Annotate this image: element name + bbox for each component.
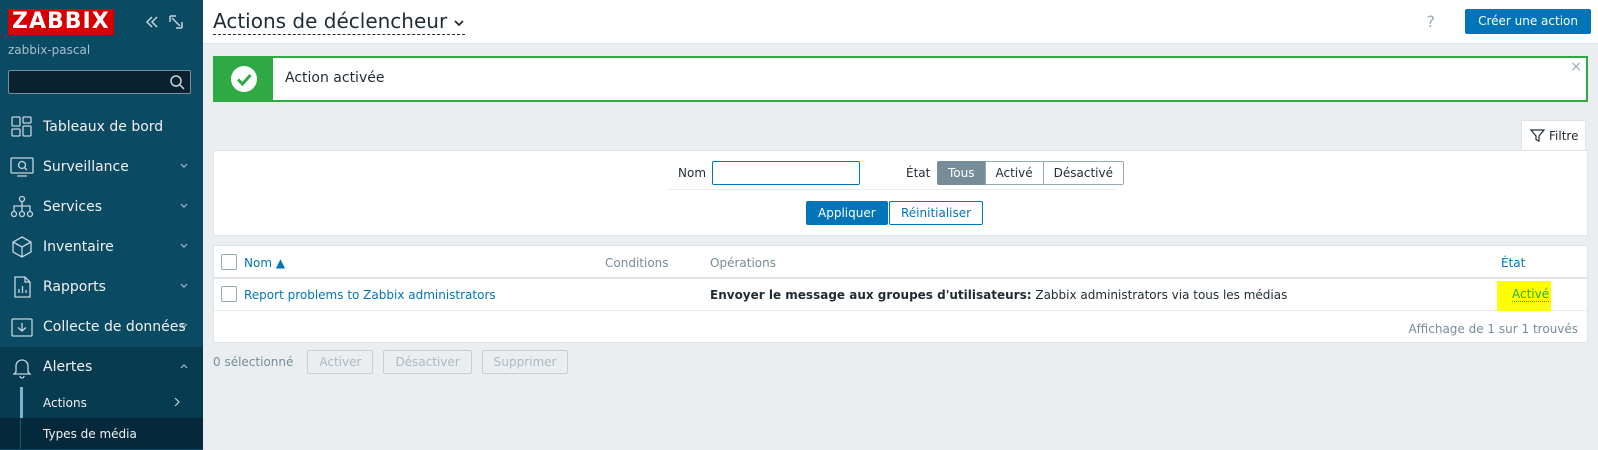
menu-item-inventory[interactable]: Inventaire — [0, 227, 203, 267]
page-title-dropdown[interactable]: Actions de déclencheur — [213, 9, 466, 35]
search-icon[interactable] — [169, 74, 185, 90]
alerts-submenu: Actions Types de média — [0, 387, 203, 449]
actions-table: Nom ▲ Conditions Opérations État Report … — [213, 245, 1588, 343]
menu-label: Collecte de données — [43, 319, 186, 335]
chevron-down-icon — [180, 203, 188, 208]
reset-button[interactable]: Réinitialiser — [889, 201, 984, 225]
state-option-disabled[interactable]: Désactivé — [1042, 161, 1124, 185]
action-operations: Envoyer le message aux groupes d'utilisa… — [710, 288, 1287, 302]
check-circle-icon — [231, 66, 257, 92]
close-icon[interactable]: × — [1570, 59, 1582, 75]
operation-detail: Zabbix administrators via tous les média… — [1031, 288, 1288, 302]
sub-item-actions[interactable]: Actions — [0, 387, 203, 418]
sub-item-label: Types de média — [43, 426, 137, 441]
sidebar: ZABBIX zabbix-pascal Tableaux de bord Su… — [0, 0, 203, 450]
page-title: Actions de déclencheur — [213, 9, 448, 33]
selected-count: 0 sélectionné — [213, 355, 294, 369]
main-content: Actions de déclencheur ? Créer une actio… — [203, 0, 1598, 450]
menu-label: Alertes — [43, 359, 93, 375]
state-segmented-control: Tous Activé Désactivé — [937, 161, 1124, 185]
row-checkbox[interactable] — [221, 286, 237, 302]
column-name[interactable]: Nom ▲ — [244, 256, 285, 270]
success-message: Action activée × — [213, 56, 1588, 102]
chevron-down-icon — [180, 163, 188, 168]
chevron-up-icon — [180, 364, 188, 369]
create-action-button[interactable]: Créer une action — [1465, 9, 1591, 34]
dashboard-icon — [11, 116, 32, 137]
column-conditions: Conditions — [605, 256, 669, 270]
menu-label: Rapports — [43, 279, 106, 295]
filter-tab-label: Filtre — [1549, 129, 1579, 143]
collapse-sidebar-icon[interactable] — [143, 13, 161, 31]
data-collection-icon — [11, 318, 33, 337]
disable-button[interactable]: Désactiver — [383, 350, 472, 374]
kiosk-mode-icon[interactable] — [167, 13, 185, 31]
enable-button[interactable]: Activer — [307, 350, 374, 374]
menu-label: Surveillance — [43, 159, 129, 175]
select-all-checkbox[interactable] — [221, 254, 237, 270]
chevron-down-icon — [454, 20, 464, 27]
page-header: Actions de déclencheur ? Créer une actio… — [203, 0, 1598, 44]
filter-icon — [1530, 129, 1545, 142]
menu-label: Services — [43, 199, 103, 215]
menu-item-data-collection[interactable]: Collecte de données — [0, 307, 203, 347]
message-text: Action activée — [285, 70, 385, 86]
table-row: Report problems to Zabbix administrators… — [214, 279, 1587, 311]
menu-label: Tableaux de bord — [43, 119, 164, 135]
state-option-enabled[interactable]: Activé — [984, 161, 1044, 185]
submenu-line — [20, 418, 21, 449]
chevron-down-icon — [180, 243, 188, 248]
message-icon-box — [215, 58, 273, 100]
reports-icon — [14, 276, 31, 298]
status-toggle-link[interactable]: Activé — [1512, 288, 1550, 302]
menu-item-alerts[interactable]: Alertes — [0, 347, 203, 387]
sidebar-search — [8, 70, 191, 94]
column-state[interactable]: État — [1501, 256, 1525, 270]
filter-tab[interactable]: Filtre — [1521, 120, 1586, 151]
apply-button[interactable]: Appliquer — [806, 201, 888, 225]
menu-item-monitoring[interactable]: Surveillance — [0, 147, 203, 187]
column-operations: Opérations — [710, 256, 776, 270]
help-icon[interactable]: ? — [1427, 12, 1436, 31]
monitoring-icon — [10, 157, 34, 177]
delete-button[interactable]: Supprimer — [481, 350, 569, 374]
chevron-down-icon — [180, 323, 188, 328]
inventory-icon — [12, 236, 32, 258]
name-filter-input[interactable] — [712, 161, 860, 185]
sub-item-label: Actions — [43, 395, 87, 410]
action-name-link[interactable]: Report problems to Zabbix administrators — [244, 288, 496, 302]
sub-item-media-types[interactable]: Types de média — [0, 418, 203, 449]
server-name: zabbix-pascal — [8, 43, 91, 57]
state-option-all[interactable]: Tous — [937, 161, 986, 185]
state-filter-label: État — [906, 166, 931, 180]
chevron-down-icon — [180, 283, 188, 288]
bell-icon — [12, 359, 32, 379]
table-footer: Affichage de 1 sur 1 trouvés — [214, 312, 1587, 343]
table-header: Nom ▲ Conditions Opérations État — [214, 246, 1587, 279]
menu-item-services[interactable]: Services — [0, 187, 203, 227]
name-filter-label: Nom — [678, 166, 707, 180]
mass-action-bar: 0 sélectionné Activer Désactiver Supprim… — [213, 350, 578, 374]
logo-row: ZABBIX — [8, 9, 195, 37]
zabbix-logo[interactable]: ZABBIX — [8, 9, 114, 35]
results-count: Affichage de 1 sur 1 trouvés — [1408, 322, 1578, 336]
menu-label: Inventaire — [43, 239, 114, 255]
menu-item-dashboards[interactable]: Tableaux de bord — [0, 107, 203, 147]
services-icon — [10, 195, 34, 218]
main-menu: Tableaux de bord Surveillance Services I… — [0, 107, 203, 449]
search-input[interactable] — [9, 71, 164, 93]
menu-item-reports[interactable]: Rapports — [0, 267, 203, 307]
filter-divider — [666, 189, 1116, 190]
operation-type: Envoyer le message aux groupes d'utilisa… — [710, 288, 1032, 302]
chevron-right-icon — [174, 397, 180, 407]
filter-panel: Nom État Tous Activé Désactivé Appliquer… — [213, 150, 1588, 236]
